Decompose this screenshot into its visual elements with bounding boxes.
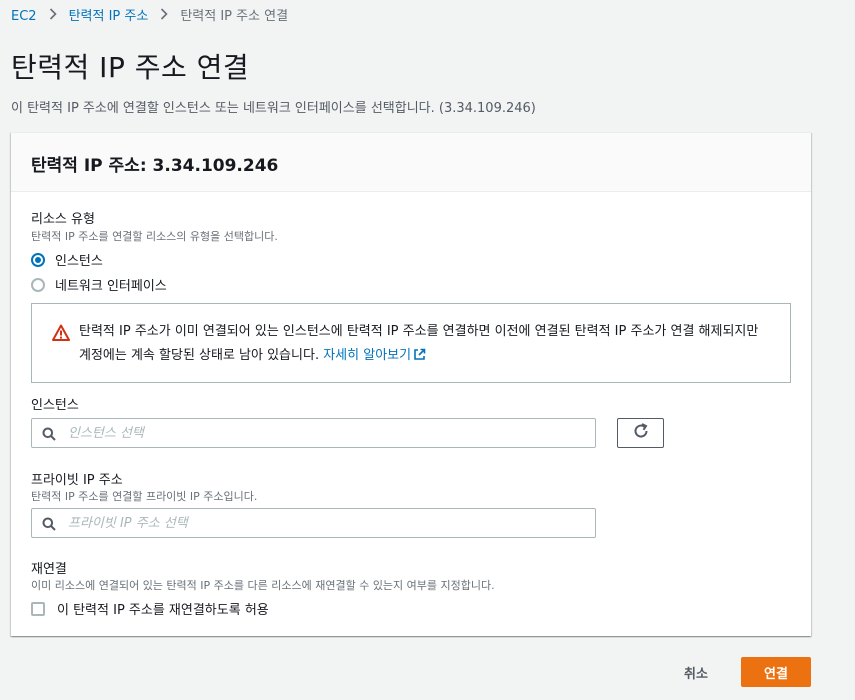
external-link-icon[interactable] bbox=[413, 346, 426, 370]
warning-alert: 탄력적 IP 주소가 이미 연결되어 있는 인스턴스에 탄력적 IP 주소를 연… bbox=[31, 303, 791, 383]
alert-text: 탄력적 IP 주소가 이미 연결되어 있는 인스턴스에 탄력적 IP 주소를 연… bbox=[79, 320, 770, 382]
resource-type-label: 리소스 유형 bbox=[31, 212, 95, 227]
radio-button[interactable] bbox=[31, 277, 45, 292]
page-description: 이 탄력적 IP 주소에 연결할 인스턴스 또는 네트워크 인터페이스를 선택합… bbox=[11, 101, 536, 116]
search-icon bbox=[42, 426, 56, 441]
panel-title: 탄력적 IP 주소: 3.34.109.246 bbox=[31, 156, 279, 176]
reassociation-description: 이미 리소스에 연결되어 있는 탄력적 IP 주소를 다른 리소스에 재연결할 … bbox=[31, 579, 495, 592]
cancel-button[interactable]: 취소 bbox=[666, 657, 726, 687]
radio-button-checked[interactable] bbox=[31, 252, 45, 267]
reassociation-label: 재연결 bbox=[31, 562, 67, 577]
association-panel: 탄력적 IP 주소: 3.34.109.246 리소스 유형 탄력적 IP 주소… bbox=[11, 132, 811, 636]
breadcrumb: EC2 탄력적 IP 주소 탄력적 IP 주소 연결 bbox=[11, 8, 288, 26]
page-title: 탄력적 IP 주소 연결 bbox=[11, 51, 250, 84]
search-icon bbox=[42, 516, 56, 531]
instance-search-input[interactable] bbox=[68, 425, 568, 441]
learn-more-link[interactable]: 자세히 알아보기 bbox=[323, 348, 426, 363]
chevron-right-icon bbox=[160, 8, 168, 26]
warning-icon bbox=[52, 324, 70, 342]
breadcrumb-current: 탄력적 IP 주소 연결 bbox=[180, 9, 289, 24]
reassociation-checkbox[interactable] bbox=[31, 601, 45, 616]
radio-instance[interactable]: 인스턴스 bbox=[31, 250, 103, 269]
breadcrumb-elastic-ip-link[interactable]: 탄력적 IP 주소 bbox=[69, 8, 149, 26]
refresh-icon[interactable] bbox=[632, 422, 650, 444]
learn-more-label[interactable]: 자세히 알아보기 bbox=[323, 348, 411, 363]
breadcrumb-ec2-link[interactable]: EC2 bbox=[11, 8, 37, 26]
radio-instance-label: 인스턴스 bbox=[55, 254, 103, 269]
private-ip-search-field[interactable] bbox=[31, 508, 596, 538]
chevron-right-icon bbox=[49, 8, 57, 26]
refresh-button[interactable] bbox=[617, 418, 664, 448]
private-ip-label: 프라이빗 IP 주소 bbox=[31, 473, 123, 488]
radio-network-interface[interactable]: 네트워크 인터페이스 bbox=[31, 275, 167, 294]
panel-header: 탄력적 IP 주소: 3.34.109.246 bbox=[11, 133, 811, 192]
private-ip-search-input[interactable] bbox=[68, 515, 568, 531]
instance-search-field[interactable] bbox=[31, 418, 596, 448]
reassociation-checkbox-label: 이 탄력적 IP 주소를 재연결하도록 허용 bbox=[57, 603, 269, 618]
reassociation-checkbox-row[interactable]: 이 탄력적 IP 주소를 재연결하도록 허용 bbox=[31, 599, 269, 618]
private-ip-description: 탄력적 IP 주소를 연결할 프라이빗 IP 주소입니다. bbox=[31, 490, 258, 503]
instance-label: 인스턴스 bbox=[31, 398, 79, 413]
resource-type-description: 탄력적 IP 주소를 연결할 리소스의 유형을 선택합니다. bbox=[31, 230, 278, 243]
associate-button[interactable]: 연결 bbox=[741, 657, 811, 687]
radio-network-interface-label: 네트워크 인터페이스 bbox=[55, 279, 167, 294]
